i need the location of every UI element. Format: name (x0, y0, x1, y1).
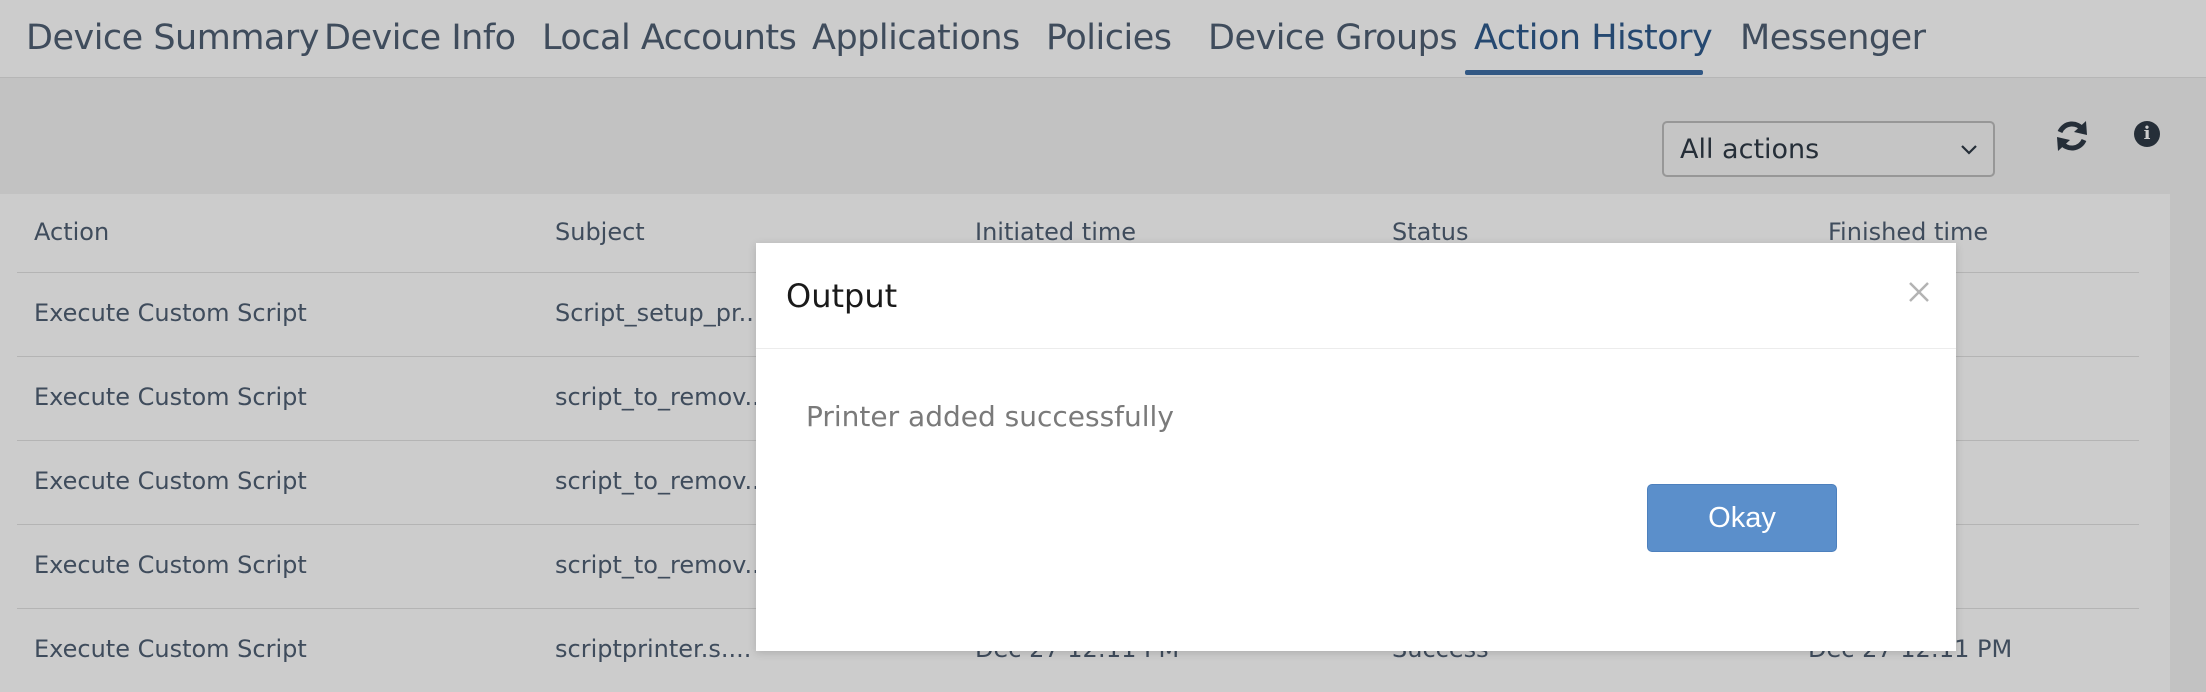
output-dialog: Output Printer added successfully Okay (756, 243, 1956, 651)
close-icon[interactable] (1904, 277, 1934, 307)
dialog-header: Output (756, 243, 1956, 349)
okay-button[interactable]: Okay (1647, 484, 1837, 552)
dialog-title: Output (786, 277, 898, 315)
dialog-message: Printer added successfully (806, 400, 1174, 433)
